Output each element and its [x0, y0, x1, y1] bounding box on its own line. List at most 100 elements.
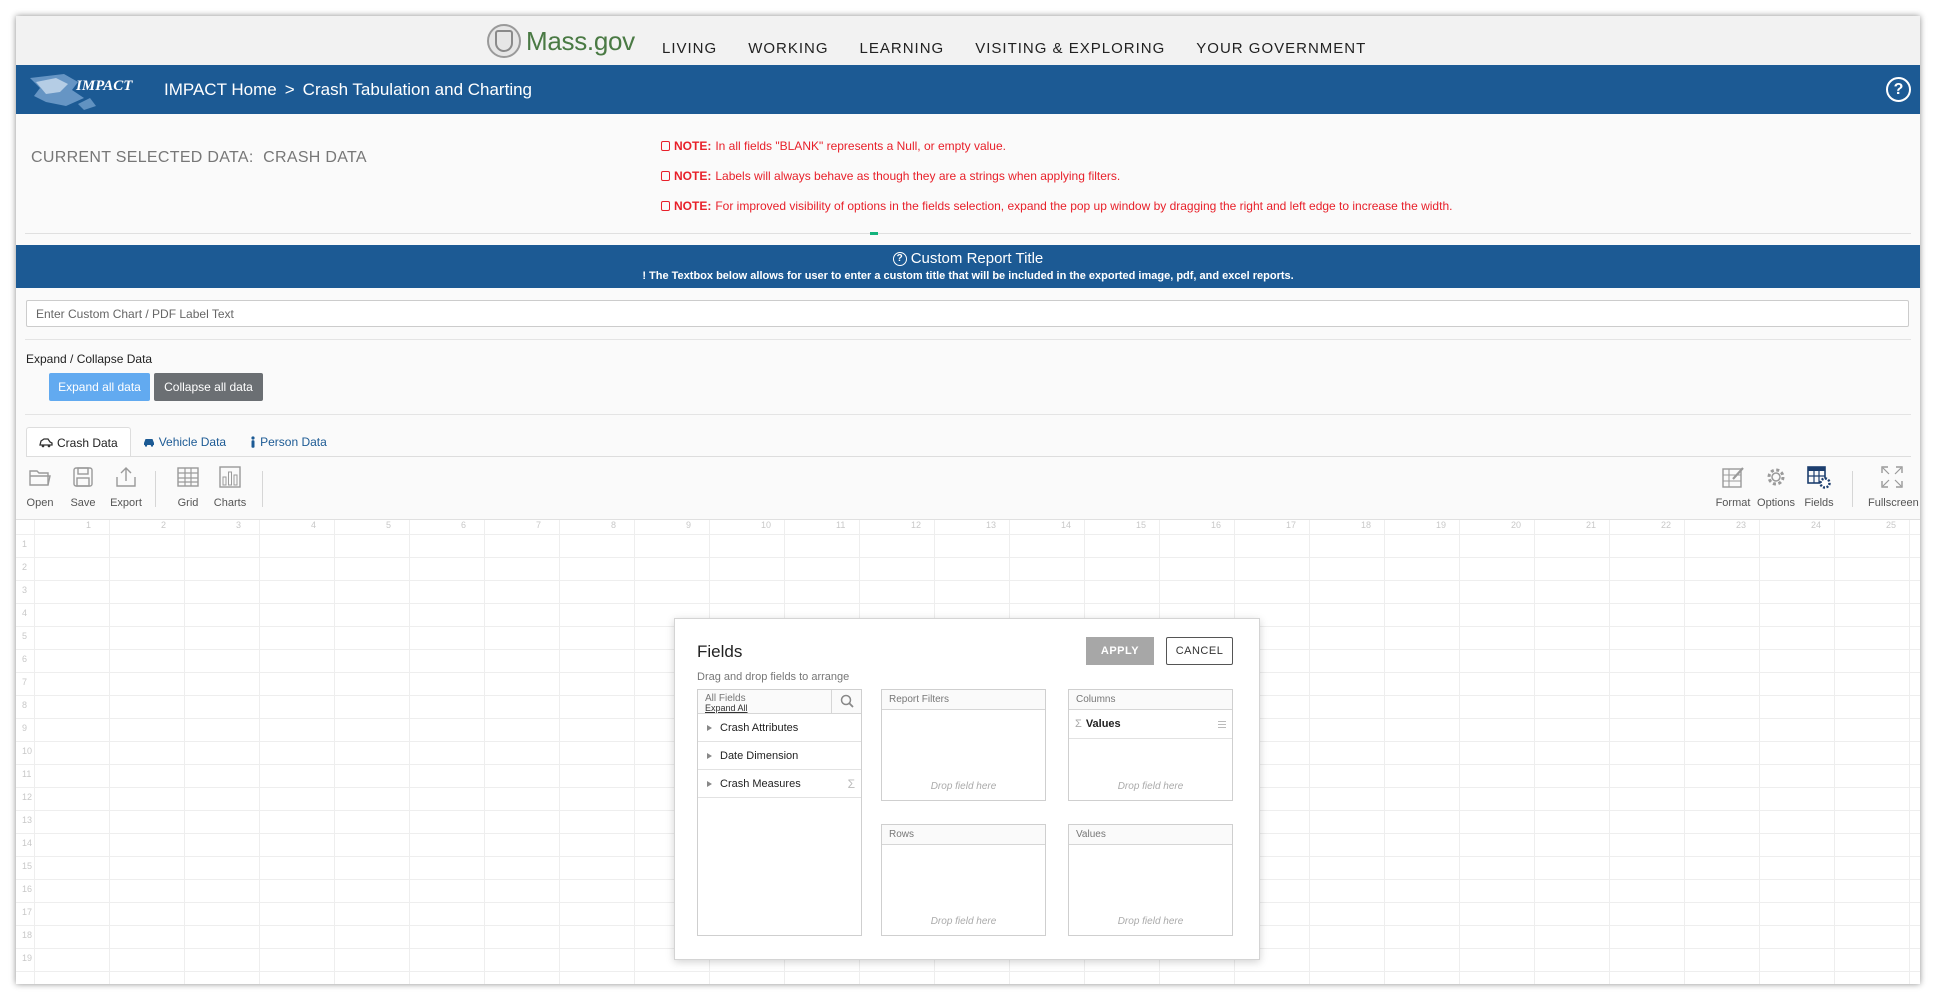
- export-icon: [116, 467, 136, 487]
- grid-column-number: 3: [236, 520, 242, 530]
- grid-column-number: 1: [86, 520, 92, 530]
- grid-column-number: 19: [1436, 520, 1447, 530]
- values-zone[interactable]: Values Drop field here: [1068, 824, 1233, 936]
- note-prefix: NOTE:: [674, 168, 712, 183]
- grid-row-number: 16: [22, 884, 33, 894]
- options-button[interactable]: Options: [1756, 463, 1796, 509]
- grid-row-number: 14: [22, 838, 33, 848]
- nav-your-government[interactable]: YOUR GOVERNMENT: [1196, 40, 1366, 57]
- expand-caret-icon[interactable]: [707, 724, 712, 731]
- fields-label: Fields: [1804, 497, 1834, 509]
- tab-vehicle-data[interactable]: Vehicle Data: [131, 427, 238, 457]
- expand-all-link[interactable]: Expand All: [705, 703, 748, 713]
- charts-label: Charts: [213, 497, 247, 509]
- collapse-all-button[interactable]: Collapse all data: [154, 373, 263, 401]
- sigma-icon: Σ: [1075, 718, 1082, 730]
- report-filters-zone[interactable]: Report Filters Drop field here: [881, 689, 1046, 801]
- fullscreen-button[interactable]: Fullscreen: [1868, 463, 1919, 509]
- top-nav: LIVING WORKING LEARNING VISITING & EXPLO…: [662, 40, 1397, 57]
- grid-column-number: 9: [686, 520, 692, 530]
- grid-column-number: 12: [911, 520, 922, 530]
- open-button[interactable]: Open: [20, 463, 60, 509]
- expand-caret-icon[interactable]: [707, 780, 712, 787]
- fullscreen-icon: [1881, 466, 1903, 488]
- export-button[interactable]: Export: [106, 463, 146, 509]
- all-fields-list: All Fields Expand All Crash Attributes D…: [697, 689, 862, 936]
- note-item: NOTE: In all fields "BLANK" represents a…: [661, 136, 1452, 155]
- search-button[interactable]: [831, 690, 861, 713]
- grid-row-number: 13: [22, 815, 33, 825]
- nav-learning[interactable]: LEARNING: [860, 40, 945, 57]
- grid-column-number: 5: [386, 520, 392, 530]
- breadcrumb-home[interactable]: IMPACT Home: [164, 80, 277, 100]
- columns-zone[interactable]: Columns Σ Values Drop field here: [1068, 689, 1233, 801]
- impact-header: IMPACT IMPACT Home > Crash Tabulation an…: [16, 65, 1920, 114]
- impact-logo-text: IMPACT: [75, 78, 133, 94]
- format-button[interactable]: Format: [1713, 463, 1753, 509]
- divider: [25, 414, 1911, 415]
- grid-column-number: 23: [1736, 520, 1747, 530]
- nav-visiting-exploring[interactable]: VISITING & EXPLORING: [975, 40, 1165, 57]
- fields-button[interactable]: Fields: [1799, 463, 1839, 509]
- toolbar-separator: [262, 471, 263, 507]
- grid-column-number: 11: [836, 520, 846, 530]
- tab-person-data[interactable]: Person Data: [238, 427, 339, 457]
- breadcrumb-current: Crash Tabulation and Charting: [302, 80, 533, 99]
- grid-row-number: 6: [22, 654, 28, 664]
- format-icon: [1722, 467, 1744, 488]
- cancel-button[interactable]: CANCEL: [1166, 637, 1233, 665]
- save-button[interactable]: Save: [63, 463, 103, 509]
- grid-row-number: 15: [22, 861, 33, 871]
- custom-title-input[interactable]: [26, 300, 1909, 327]
- drop-hint: Drop field here: [1117, 781, 1184, 792]
- drag-handle-icon[interactable]: [1218, 721, 1226, 728]
- pivot-toolbar: Open Save Export Grid Charts Format Opti…: [16, 463, 1920, 519]
- impact-logo[interactable]: IMPACT: [26, 68, 146, 112]
- breadcrumb-separator: >: [284, 80, 295, 99]
- field-crash-attributes[interactable]: Crash Attributes: [698, 714, 861, 742]
- grid-column-number: 13: [986, 520, 997, 530]
- rows-zone[interactable]: Rows Drop field here: [881, 824, 1046, 936]
- note-prefix: NOTE:: [674, 198, 712, 213]
- nav-living[interactable]: LIVING: [662, 40, 717, 57]
- fields-dialog: Fields Drag and drop fields to arrange A…: [674, 618, 1260, 960]
- grid-label: Grid: [177, 497, 199, 509]
- mass-gov-logo[interactable]: Mass.gov: [487, 24, 635, 58]
- grid-row-number: 19: [22, 953, 33, 963]
- column-field-values[interactable]: Σ Values: [1069, 710, 1232, 739]
- field-date-dimension[interactable]: Date Dimension: [698, 742, 861, 770]
- grid-row-number: 8: [22, 700, 28, 710]
- mass-gov-wordmark: Mass.gov: [526, 25, 635, 56]
- columns-title: Columns: [1069, 690, 1232, 710]
- apply-button[interactable]: APPLY: [1086, 637, 1154, 665]
- note-text: Labels will always behave as though they…: [715, 168, 1121, 183]
- expand-caret-icon[interactable]: [707, 752, 712, 759]
- gear-icon: [1767, 468, 1785, 486]
- grid-row-number: 5: [22, 631, 28, 641]
- grid-column-number: 2: [161, 520, 167, 530]
- values-title: Values: [1069, 825, 1232, 845]
- open-label: Open: [26, 497, 54, 509]
- expand-all-button[interactable]: Expand all data: [49, 373, 150, 401]
- rows-title: Rows: [882, 825, 1045, 845]
- sigma-icon: Σ: [847, 776, 855, 791]
- help-icon[interactable]: ?: [1886, 77, 1911, 102]
- grid-row-number: 4: [22, 608, 28, 618]
- grid-row-number: 12: [22, 792, 33, 802]
- toolbar-separator: [155, 471, 156, 507]
- grid-column-number: 25: [1886, 520, 1897, 530]
- field-crash-measures[interactable]: Crash Measures Σ: [698, 770, 861, 798]
- divider: [25, 233, 1911, 234]
- tab-underline: [26, 456, 1911, 457]
- folder-open-icon: [29, 470, 51, 486]
- tab-crash-data[interactable]: Crash Data: [26, 427, 131, 457]
- nav-working[interactable]: WORKING: [748, 40, 828, 57]
- grid-row-number: 17: [22, 907, 33, 917]
- grid-button[interactable]: Grid: [168, 463, 208, 509]
- note-item: NOTE: For improved visibility of options…: [661, 196, 1452, 215]
- notes-list: NOTE: In all fields "BLANK" represents a…: [661, 136, 1452, 226]
- grid-column-number: 22: [1661, 520, 1672, 530]
- charts-button[interactable]: Charts: [210, 463, 250, 509]
- fullscreen-label: Fullscreen: [1868, 497, 1919, 509]
- grid-row-number: 10: [22, 746, 33, 756]
